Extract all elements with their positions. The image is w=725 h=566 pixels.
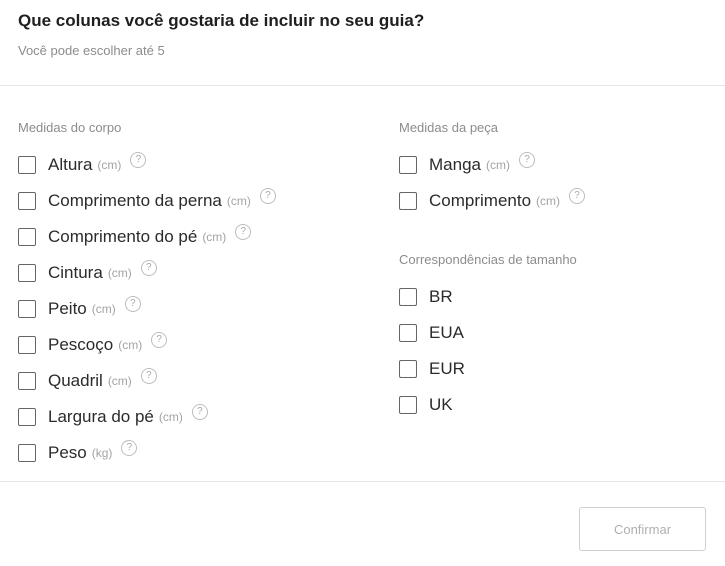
dialog-subtitle: Você pode escolher até 5	[18, 43, 165, 58]
footer-divider	[0, 481, 725, 482]
option-peito[interactable]: Peito (cm) ?	[18, 296, 141, 319]
help-icon[interactable]: ?	[151, 332, 168, 348]
help-icon[interactable]: ?	[191, 404, 208, 420]
checkbox[interactable]	[18, 372, 36, 390]
option-quadril[interactable]: Quadril (cm) ?	[18, 368, 157, 391]
option-eua[interactable]: EUA	[399, 323, 464, 343]
help-icon[interactable]: ?	[140, 260, 157, 276]
checkbox[interactable]	[18, 228, 36, 246]
option-unit: (cm)	[485, 158, 510, 172]
checkbox[interactable]	[399, 396, 417, 414]
option-unit: (cm)	[107, 266, 132, 280]
help-icon[interactable]: ?	[235, 224, 252, 240]
garment-measures-heading: Medidas da peça	[399, 120, 499, 135]
option-unit: (cm)	[118, 338, 143, 352]
help-icon[interactable]: ?	[518, 152, 535, 168]
option-label: EUR	[429, 359, 465, 378]
option-unit: (kg)	[91, 446, 113, 460]
option-pescoco[interactable]: Pescoço (cm) ?	[18, 332, 168, 355]
help-icon[interactable]: ?	[124, 296, 141, 312]
checkbox[interactable]	[18, 156, 36, 174]
checkbox[interactable]	[18, 444, 36, 462]
checkbox[interactable]	[18, 192, 36, 210]
option-label: Largura do pé	[48, 407, 154, 426]
option-unit: (cm)	[91, 302, 116, 316]
option-br[interactable]: BR	[399, 287, 453, 307]
checkbox[interactable]	[18, 300, 36, 318]
option-label: UK	[429, 395, 453, 414]
checkbox[interactable]	[399, 360, 417, 378]
checkbox[interactable]	[18, 336, 36, 354]
option-unit: (cm)	[226, 194, 251, 208]
option-comprimento[interactable]: Comprimento (cm) ?	[399, 188, 586, 211]
option-altura[interactable]: Altura (cm) ?	[18, 152, 147, 175]
option-comprimento-do-pe[interactable]: Comprimento do pé (cm) ?	[18, 224, 252, 247]
option-label: Comprimento	[429, 191, 532, 210]
option-label: Comprimento da perna	[48, 191, 222, 210]
option-label: Manga	[429, 155, 481, 174]
option-unit: (cm)	[107, 374, 132, 388]
option-label: EUA	[429, 323, 464, 342]
option-uk[interactable]: UK	[399, 395, 453, 415]
checkbox[interactable]	[18, 408, 36, 426]
option-label: Altura	[48, 155, 93, 174]
option-label: Cintura	[48, 263, 103, 282]
checkbox[interactable]	[399, 288, 417, 306]
option-label: Pescoço	[48, 335, 114, 354]
option-manga[interactable]: Manga (cm) ?	[399, 152, 535, 175]
option-peso[interactable]: Peso (kg) ?	[18, 440, 138, 463]
option-cintura[interactable]: Cintura (cm) ?	[18, 260, 157, 283]
option-label: Peso	[48, 443, 87, 462]
help-icon[interactable]: ?	[569, 188, 586, 204]
help-icon[interactable]: ?	[259, 188, 276, 204]
checkbox[interactable]	[399, 324, 417, 342]
checkbox[interactable]	[18, 264, 36, 282]
confirm-button[interactable]: Confirmar	[579, 507, 706, 551]
option-label: BR	[429, 287, 453, 306]
help-icon[interactable]: ?	[121, 440, 138, 456]
dialog-title: Que colunas você gostaria de incluir no …	[18, 11, 425, 30]
checkbox[interactable]	[399, 192, 417, 210]
option-unit: (cm)	[97, 158, 122, 172]
option-label: Comprimento do pé	[48, 227, 198, 246]
help-icon[interactable]: ?	[140, 368, 157, 384]
option-unit: (cm)	[158, 410, 183, 424]
option-largura-do-pe[interactable]: Largura do pé (cm) ?	[18, 404, 208, 427]
option-unit: (cm)	[536, 194, 561, 208]
dialog-header: Que colunas você gostaria de incluir no …	[0, 0, 725, 86]
checkbox[interactable]	[399, 156, 417, 174]
option-eur[interactable]: EUR	[399, 359, 465, 379]
option-unit: (cm)	[202, 230, 227, 244]
option-label: Peito	[48, 299, 87, 318]
option-label: Quadril	[48, 371, 103, 390]
option-comprimento-da-perna[interactable]: Comprimento da perna (cm) ?	[18, 188, 276, 211]
body-measures-heading: Medidas do corpo	[18, 120, 122, 135]
help-icon[interactable]: ?	[130, 152, 147, 168]
size-matches-heading: Correspondências de tamanho	[399, 252, 577, 267]
